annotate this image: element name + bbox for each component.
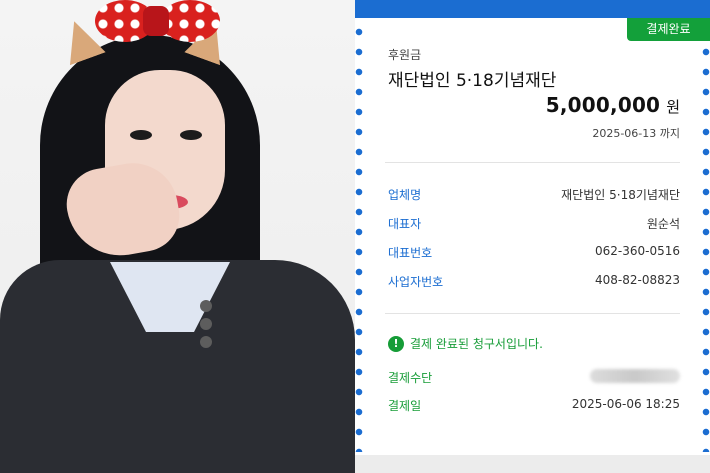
divider bbox=[385, 313, 680, 314]
payment-key: 결제수단 bbox=[388, 371, 433, 385]
payment-date-value: 2025-06-06 18:25 bbox=[571, 397, 680, 411]
payment-row-method: 결제수단 bbox=[388, 369, 680, 389]
eye-right bbox=[180, 130, 202, 140]
blazer-button bbox=[200, 300, 212, 312]
detail-key: 업체명 bbox=[388, 188, 422, 202]
detail-row-phone: 대표번호 062-360-0516 bbox=[388, 244, 680, 264]
detail-value: 408-82-08823 bbox=[594, 273, 680, 287]
due-date: 2025-06-13 까지 bbox=[592, 127, 680, 140]
payment-key: 결제일 bbox=[388, 399, 422, 413]
status-badge: 결제완료 bbox=[627, 18, 710, 41]
detail-value: 재단법인 5·18기념재단 bbox=[561, 188, 680, 202]
blazer-button bbox=[200, 318, 212, 330]
payment-notice: ! 결제 완료된 청구서입니다. bbox=[388, 335, 543, 352]
divider bbox=[385, 162, 680, 163]
blazer-button bbox=[200, 336, 212, 348]
bow-right bbox=[160, 0, 220, 42]
payment-method-value bbox=[590, 369, 680, 386]
payment-row-date: 결제일 2025-06-06 18:25 bbox=[388, 397, 680, 417]
detail-row-business-number: 사업자번호 408-82-08823 bbox=[388, 273, 680, 293]
detail-row-company: 업체명 재단법인 5·18기념재단 bbox=[388, 186, 680, 206]
bow-center bbox=[143, 6, 169, 36]
detail-key: 사업자번호 bbox=[388, 275, 444, 289]
amount: 5,000,000 원 bbox=[546, 93, 680, 117]
exclamation-icon: ! bbox=[388, 335, 404, 352]
notice-text: 결제 완료된 청구서입니다. bbox=[410, 337, 543, 351]
perforation-right bbox=[702, 22, 710, 452]
receipt-card: 결제완료 후원금 재단법인 5·18기념재단 5,000,000 원 2025-0… bbox=[355, 0, 710, 473]
blurred-value bbox=[590, 369, 680, 383]
footer-bar bbox=[355, 455, 710, 473]
amount-currency: 원 bbox=[666, 98, 680, 116]
header-bar bbox=[355, 0, 710, 18]
detail-value: 062-360-0516 bbox=[594, 244, 680, 258]
detail-row-representative: 대표자 원순석 bbox=[388, 215, 680, 235]
category-label: 후원금 bbox=[388, 48, 422, 62]
detail-value: 원순석 bbox=[646, 217, 680, 231]
portrait-photo bbox=[0, 0, 355, 473]
detail-key: 대표번호 bbox=[388, 246, 433, 260]
amount-value: 5,000,000 bbox=[545, 93, 661, 117]
detail-key: 대표자 bbox=[388, 217, 422, 231]
perforation-left bbox=[355, 22, 363, 452]
receipt-title: 재단법인 5·18기념재단 bbox=[388, 71, 557, 91]
eye-left bbox=[130, 130, 152, 140]
